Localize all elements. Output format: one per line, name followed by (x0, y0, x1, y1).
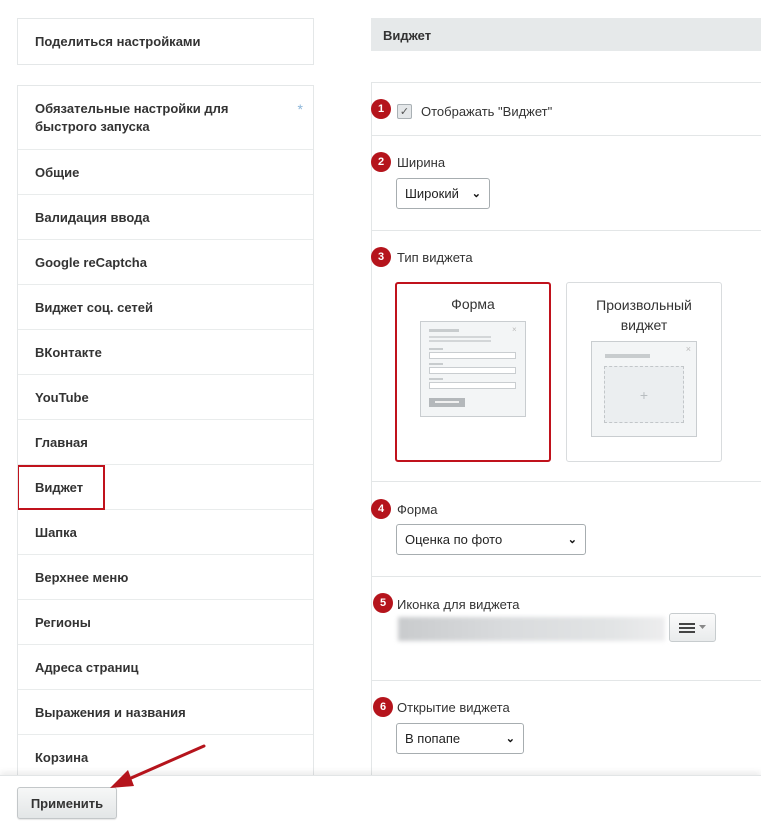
settings-menu: Обязательные настройки для быстрого запу… (17, 85, 314, 775)
sidebar-item-label: Выражения и названия (35, 704, 186, 720)
checkmark-icon: ✓ (399, 106, 410, 118)
sidebar-item-top-menu[interactable]: Верхнее меню (18, 555, 313, 600)
widget-type-label: Тип виджета (397, 250, 473, 265)
sidebar-item-label: ВКонтакте (35, 344, 102, 360)
sidebar-item-social-widget[interactable]: Виджет соц. сетей (18, 285, 313, 330)
sidebar-item-youtube[interactable]: YouTube (18, 375, 313, 420)
sidebar-item-vkontakte[interactable]: ВКонтакте (18, 330, 313, 375)
sidebar-item-label: Виджет соц. сетей (35, 299, 153, 315)
widget-icon-label: Иконка для виджета (397, 597, 520, 612)
step-badge: 5 (373, 593, 393, 613)
sidebar-item-regions[interactable]: Регионы (18, 600, 313, 645)
widget-type-form-label: Форма (451, 296, 495, 312)
step-badge: 6 (373, 697, 393, 717)
apply-button-label: Применить (30, 795, 104, 811)
icon-code-field[interactable] (398, 617, 665, 641)
form-select[interactable]: Оценка по фото ⌄ (396, 524, 586, 555)
sidebar-item-input-validation[interactable]: Валидация ввода (18, 195, 313, 240)
chevron-down-icon: ⌄ (567, 534, 577, 546)
form-select-value: Оценка по фото (405, 532, 503, 547)
sidebar-item-quick-start[interactable]: Обязательные настройки для быстрого запу… (18, 86, 313, 150)
custom-widget-preview: × + (591, 341, 697, 437)
sidebar-item-label: Главная (35, 434, 88, 450)
sidebar-item-phrases[interactable]: Выражения и названия (18, 690, 313, 735)
widget-opening-select-value: В попапе (405, 731, 461, 746)
chevron-down-icon: ⌄ (471, 188, 481, 200)
sidebar-item-widget[interactable]: Виджет (18, 464, 313, 510)
sidebar-item-label: Корзина (35, 749, 89, 765)
widget-type-form-card[interactable]: Форма × (395, 282, 551, 462)
sidebar-item-label: Регионы (35, 614, 91, 630)
chevron-down-icon: ⌄ (505, 733, 515, 745)
sidebar-item-label: Адреса страниц (35, 659, 139, 675)
sidebar-item-header[interactable]: Шапка (18, 510, 313, 555)
sidebar-item-label: Общие (35, 164, 80, 180)
sidebar-item-label: Валидация ввода (35, 209, 150, 225)
close-icon: × (685, 344, 691, 354)
show-widget-label: Отображать "Виджет" (421, 104, 553, 119)
hamburger-icon (679, 623, 695, 633)
svg-text:×: × (512, 325, 517, 334)
sidebar-item-label: Шапка (35, 524, 77, 540)
widget-opening-select[interactable]: В попапе ⌄ (396, 723, 524, 754)
width-select[interactable]: Широкий ⌄ (396, 178, 490, 209)
sidebar-item-label: Обязательные настройки для быстрого запу… (35, 100, 229, 134)
widget-type-custom-label: Произвольный виджет (596, 297, 692, 333)
sidebar-item-page-addresses[interactable]: Адреса страниц (18, 645, 313, 690)
sidebar-item-label: Верхнее меню (35, 569, 129, 585)
step-badge: 2 (371, 152, 391, 172)
form-preview-icon: × (420, 321, 526, 417)
width-label: Ширина (397, 155, 446, 170)
width-select-value: Широкий (405, 186, 459, 201)
annotation-arrow-icon (110, 744, 206, 788)
form-label: Форма (397, 502, 438, 517)
sidebar-item-label: YouTube (35, 389, 89, 405)
star-icon: * (297, 101, 303, 117)
caret-down-icon (699, 625, 706, 629)
active-highlight: Виджет (18, 464, 105, 510)
panel-title: Виджет (371, 18, 761, 51)
show-widget-checkbox[interactable]: ✓ (397, 104, 412, 119)
step-badge: 3 (371, 247, 391, 267)
widget-opening-label: Открытие виджета (397, 700, 510, 715)
share-settings-label: Поделиться настройками (35, 34, 201, 49)
sidebar-item-general[interactable]: Общие (18, 150, 313, 195)
step-badge: 1 (371, 99, 391, 119)
step-badge: 4 (371, 499, 391, 519)
icon-picker-button[interactable] (669, 613, 716, 642)
widget-type-custom-card[interactable]: Произвольный виджет × + (566, 282, 722, 462)
plus-icon: + (604, 366, 684, 423)
sidebar-item-label: Google reCaptcha (35, 254, 147, 270)
sidebar-item-main[interactable]: Главная (18, 420, 313, 465)
share-settings-button[interactable]: Поделиться настройками (17, 18, 314, 65)
sidebar-item-label: Виджет (35, 479, 84, 495)
sidebar-item-recaptcha[interactable]: Google reCaptcha (18, 240, 313, 285)
